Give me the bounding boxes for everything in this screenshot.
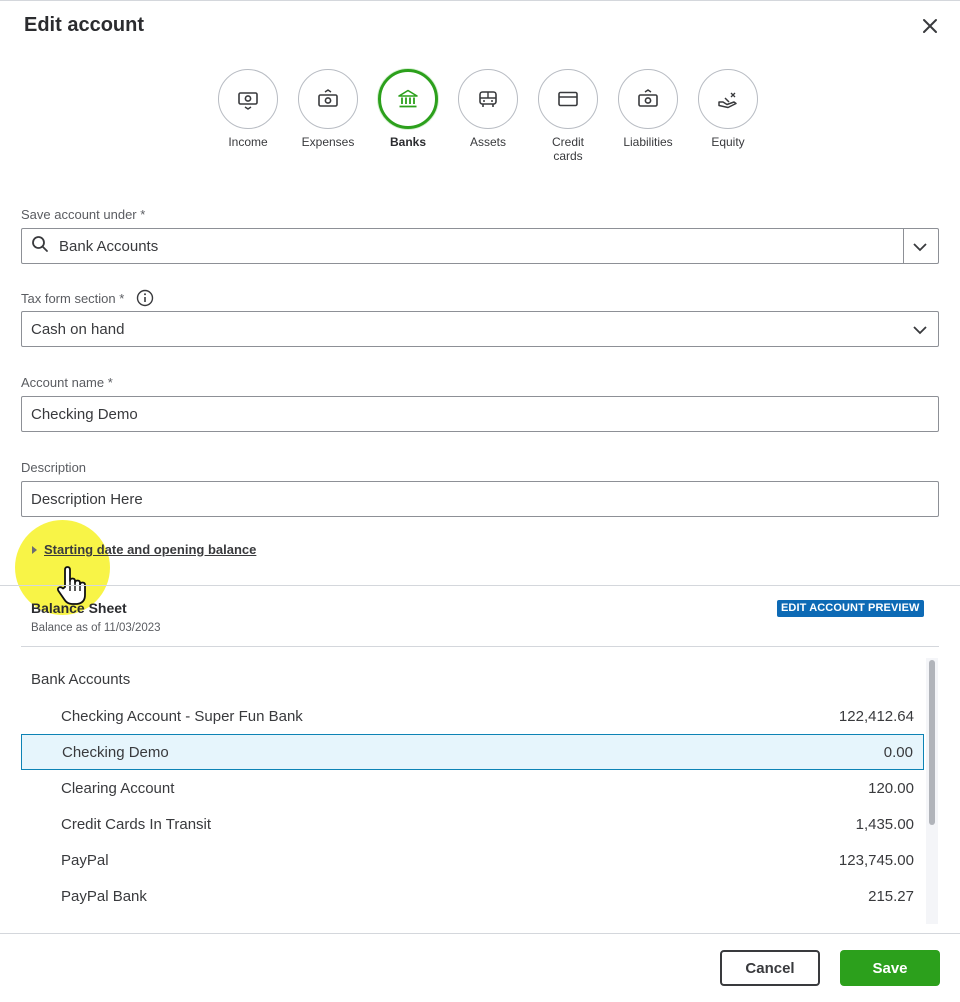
top-divider — [0, 0, 960, 1]
close-icon[interactable] — [918, 14, 942, 38]
account-name: Credit Cards In Transit — [61, 815, 212, 833]
account-amount: 1,435.00 — [855, 815, 914, 833]
list-scrollbar[interactable] — [926, 658, 938, 924]
account-type-label: Credit cards — [551, 135, 584, 163]
account-name-input[interactable]: Checking Demo — [21, 396, 939, 432]
footer-divider — [0, 933, 960, 934]
account-type-equity[interactable]: Equity — [688, 69, 768, 163]
tax-form-value: Cash on hand — [31, 320, 125, 338]
account-type-selector: Income Expenses Banks Assets Credit card… — [208, 69, 768, 163]
balance-sheet-title: Balance Sheet — [31, 600, 127, 616]
list-item-selected[interactable]: Checking Demo 0.00 — [21, 734, 924, 770]
chevron-down-icon[interactable] — [912, 239, 928, 259]
cancel-button[interactable]: Cancel — [720, 950, 820, 986]
info-icon[interactable] — [136, 289, 154, 310]
account-type-credit-cards[interactable]: Credit cards — [528, 69, 608, 163]
account-type-label: Banks — [389, 135, 427, 149]
list-item[interactable]: Checking Account - Super Fun Bank 122,41… — [21, 698, 924, 734]
account-type-label: Expenses — [301, 135, 355, 149]
list-item[interactable]: PayPal 123,745.00 — [21, 842, 924, 878]
description-value: Description Here — [31, 490, 143, 508]
tax-form-label-row: Tax form section * — [21, 289, 154, 310]
account-name: PayPal Bank — [61, 887, 147, 905]
list-item[interactable]: Clearing Account 120.00 — [21, 770, 924, 806]
account-amount: 0.00 — [883, 743, 913, 761]
list-item[interactable]: Credit Cards In Transit 1,435.00 — [21, 806, 924, 842]
save-under-label: Save account under * — [21, 207, 146, 222]
equity-icon — [698, 69, 758, 129]
save-under-value: Bank Accounts — [59, 237, 159, 255]
section-divider — [0, 585, 960, 586]
expenses-icon — [298, 69, 358, 129]
search-icon — [31, 235, 49, 257]
scrollbar-thumb[interactable] — [929, 660, 935, 825]
income-icon — [218, 69, 278, 129]
balance-sheet-date: Balance as of 11/03/2023 — [31, 622, 161, 634]
caret-right-icon — [32, 545, 37, 554]
account-amount: 123,745.00 — [838, 851, 914, 869]
credit-card-icon — [538, 69, 598, 129]
account-name-value: Checking Demo — [31, 405, 138, 423]
balance-sheet-list: Bank Accounts Checking Account - Super F… — [21, 658, 925, 924]
account-type-income[interactable]: Income — [208, 69, 288, 163]
opening-balance-link[interactable]: Starting date and opening balance — [44, 542, 256, 557]
account-type-label: Assets — [469, 135, 506, 149]
account-type-assets[interactable]: Assets — [448, 69, 528, 163]
combo-divider — [903, 229, 904, 263]
list-section-header: Bank Accounts — [31, 671, 131, 688]
liabilities-icon — [618, 69, 678, 129]
save-button[interactable]: Save — [840, 950, 940, 986]
opening-balance-toggle[interactable]: Starting date and opening balance — [32, 542, 256, 557]
preview-divider — [21, 646, 939, 647]
save-under-combobox[interactable]: Bank Accounts — [21, 228, 939, 264]
description-label: Description — [21, 460, 87, 475]
account-amount: 120.00 — [868, 779, 914, 797]
account-name: PayPal — [61, 851, 109, 869]
account-type-liabilities[interactable]: Liabilities — [608, 69, 688, 163]
dialog-title: Edit account — [24, 14, 145, 36]
account-amount: 122,412.64 — [838, 707, 914, 725]
account-name: Checking Demo — [62, 743, 169, 761]
list-item[interactable]: PayPal Bank 215.27 — [21, 878, 924, 914]
description-input[interactable]: Description Here — [21, 481, 939, 517]
assets-icon — [458, 69, 518, 129]
account-name: Clearing Account — [61, 779, 175, 797]
chevron-down-icon — [912, 322, 928, 342]
account-type-label: Equity — [711, 135, 745, 149]
account-name-label: Account name * — [21, 375, 113, 390]
bank-icon — [378, 69, 438, 129]
tax-form-select[interactable]: Cash on hand — [21, 311, 939, 347]
account-amount: 215.27 — [868, 887, 914, 905]
tax-form-label: Tax form section * — [21, 290, 125, 306]
account-type-banks[interactable]: Banks — [368, 69, 448, 163]
account-type-label: Liabilities — [623, 135, 673, 149]
preview-badge: EDIT ACCOUNT PREVIEW — [777, 600, 924, 617]
account-name: Checking Account - Super Fun Bank — [61, 707, 303, 725]
account-type-label: Income — [228, 135, 268, 149]
account-type-expenses[interactable]: Expenses — [288, 69, 368, 163]
